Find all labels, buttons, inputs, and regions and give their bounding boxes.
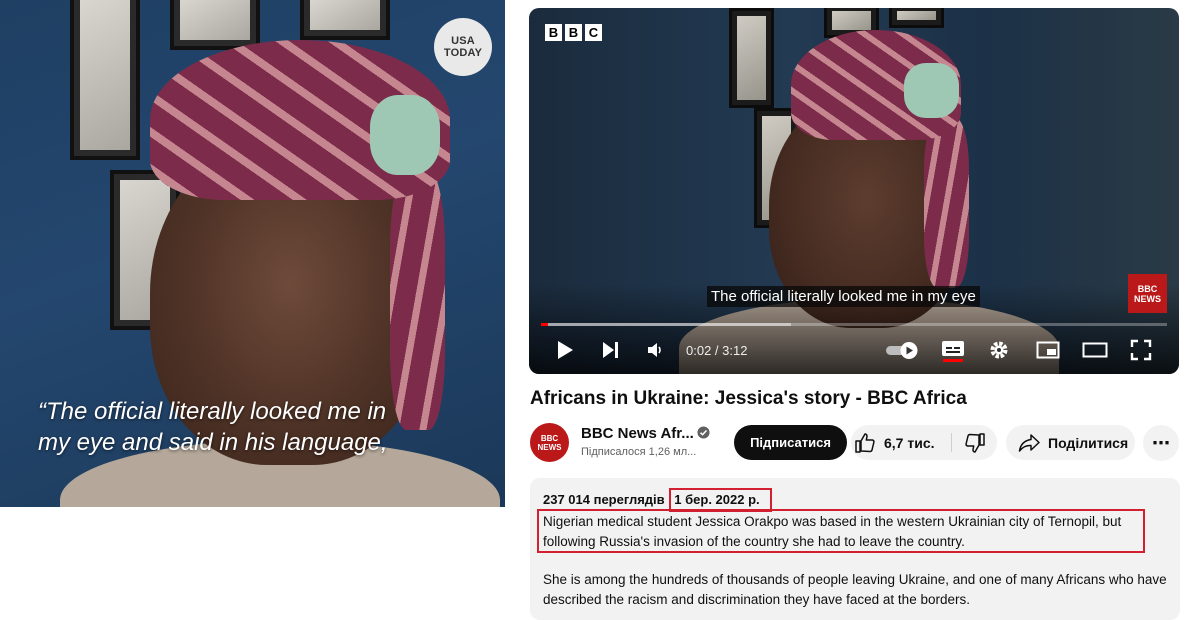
- play-button[interactable]: [553, 338, 577, 362]
- share-label: Поділитися: [1048, 434, 1129, 451]
- subscriber-count: Підписалося 1,26 мл...: [581, 446, 697, 458]
- logo-text-line2: TODAY: [443, 47, 483, 59]
- avatar-text-line1: BBC: [540, 433, 559, 443]
- play-icon: [558, 341, 573, 359]
- theater-mode-icon: [1082, 342, 1108, 358]
- bbc-news-watermark: BBC NEWS: [1128, 274, 1167, 313]
- description-paragraph-2: She is among the hundreds of thousands o…: [543, 572, 1167, 607]
- watermark-line2: NEWS: [1134, 293, 1161, 304]
- subtitle-caption: The official literally looked me in my e…: [707, 286, 980, 307]
- description-box[interactable]: 237 014 переглядів 1 бер. 2022 р. Nigeri…: [530, 478, 1180, 620]
- thumbs-up-icon: [855, 432, 875, 453]
- watermark-line1: BBC: [1137, 283, 1158, 294]
- time-display: 0:02 / 3:12: [686, 343, 748, 358]
- headscarf-tail: [924, 118, 969, 288]
- wall-picture-frame: [889, 8, 944, 28]
- video-player[interactable]: B B C BBC NEWS The official literally lo…: [529, 8, 1179, 374]
- wall-picture-frame: [170, 0, 260, 50]
- share-arrow-icon: [1018, 433, 1040, 452]
- thumbs-down-icon: [965, 432, 985, 453]
- progress-played: [541, 323, 548, 326]
- caption-line-2: my eye and said in his language,: [38, 429, 388, 456]
- autoplay-toggle-icon: [886, 342, 918, 359]
- volume-button[interactable]: [643, 338, 667, 362]
- video-title: Africans in Ukraine: Jessica's story - B…: [530, 388, 967, 409]
- view-count: 237 014 переглядів: [543, 492, 665, 507]
- channel-avatar[interactable]: BBC NEWS: [530, 423, 569, 462]
- caption-line-1: “The official literally looked me in: [38, 398, 387, 425]
- autoplay-toggle[interactable]: [885, 338, 921, 362]
- wall-picture-frame: [729, 8, 774, 108]
- subtitles-button[interactable]: [939, 338, 967, 362]
- verified-check-icon: [697, 426, 710, 439]
- settings-button[interactable]: [987, 338, 1011, 362]
- headscarf-knot: [904, 63, 959, 118]
- subtitles-icon: [942, 341, 964, 362]
- share-button[interactable]: Поділитися: [1006, 425, 1135, 460]
- channel-name[interactable]: BBC News Afr...: [581, 425, 694, 442]
- like-button[interactable]: 6,7 тис.: [851, 425, 951, 460]
- settings-gear-icon: [990, 341, 1008, 359]
- like-divider: [951, 433, 952, 452]
- bbc-logo: B B C: [545, 24, 602, 41]
- usa-today-logo: USA TODAY: [434, 18, 492, 76]
- usa-today-video-frame: USA TODAY “The official literally looked…: [0, 0, 505, 507]
- subscribe-button[interactable]: Підписатися: [734, 425, 847, 460]
- logo-text-line1: USA: [451, 35, 475, 47]
- video-caption: “The official literally looked me in my …: [38, 396, 498, 458]
- fullscreen-button[interactable]: [1129, 338, 1153, 362]
- miniplayer-icon: [1036, 341, 1060, 359]
- more-actions-button[interactable]: ⋯: [1143, 425, 1179, 461]
- like-count: 6,7 тис.: [884, 434, 935, 451]
- wall-picture-frame: [70, 0, 140, 160]
- progress-bar[interactable]: [541, 323, 1167, 326]
- volume-icon: [648, 343, 661, 357]
- wall-picture-frame: [300, 0, 390, 40]
- progress-buffered: [541, 323, 792, 326]
- more-dots-icon: ⋯: [1152, 432, 1170, 453]
- bbc-logo-letter: C: [585, 24, 602, 41]
- bbc-logo-letter: B: [545, 24, 562, 41]
- miniplayer-button[interactable]: [1034, 338, 1062, 362]
- next-icon: [603, 342, 618, 358]
- fullscreen-icon: [1130, 339, 1152, 361]
- next-button[interactable]: [599, 338, 623, 362]
- avatar-text-line2: NEWS: [537, 442, 562, 452]
- like-dislike-group: 6,7 тис.: [851, 425, 997, 460]
- bbc-logo-letter: B: [565, 24, 582, 41]
- dislike-button[interactable]: [955, 425, 995, 460]
- theater-mode-button[interactable]: [1081, 338, 1109, 362]
- headscarf-knot: [370, 95, 440, 175]
- headscarf-tail: [390, 170, 445, 430]
- paragraph-highlight-box: [537, 509, 1145, 553]
